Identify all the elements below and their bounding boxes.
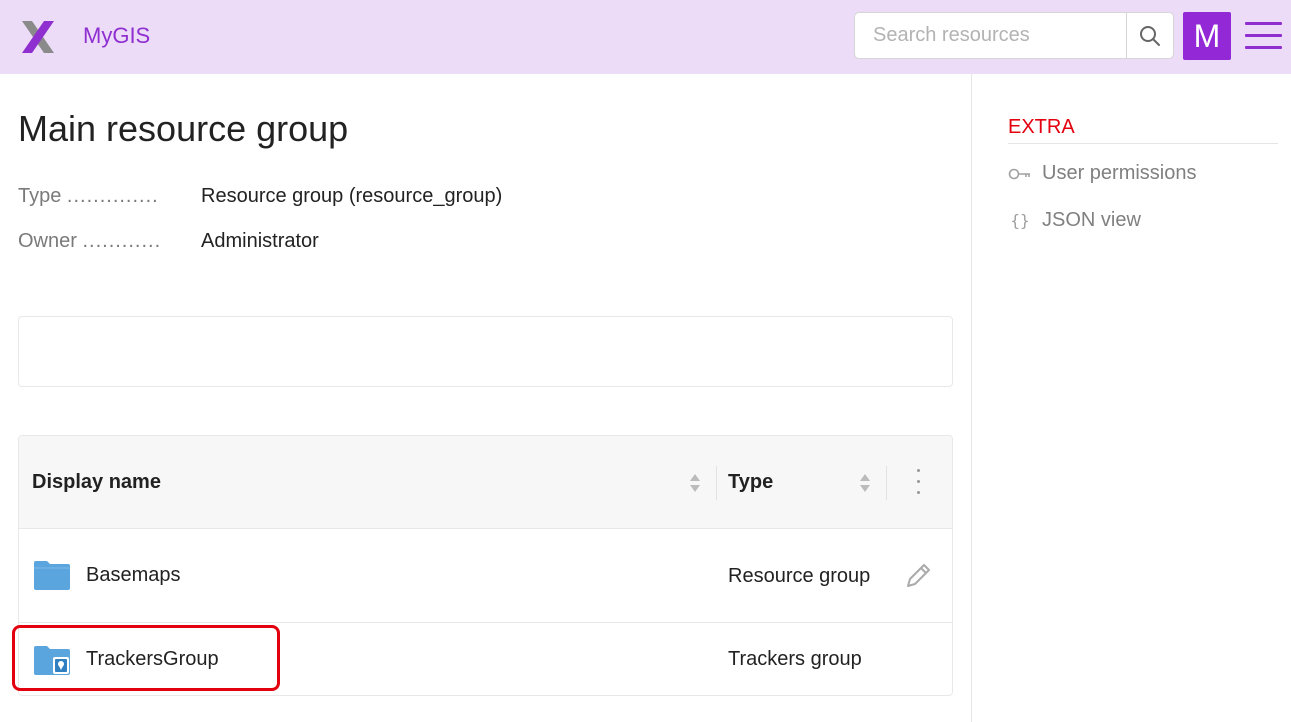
top-header: MyGIS M: [0, 0, 1291, 74]
resource-type: Trackers group: [728, 648, 862, 670]
avatar[interactable]: M: [1183, 12, 1231, 60]
search-box: [854, 12, 1174, 59]
meta-owner-value: Administrator: [201, 230, 319, 252]
sort-icon[interactable]: [858, 472, 872, 494]
extra-section-title: EXTRA: [1008, 116, 1075, 138]
json-view-link[interactable]: {} JSON view: [1008, 209, 1141, 232]
user-permissions-link[interactable]: User permissions: [1008, 162, 1196, 185]
folder-icon: [34, 561, 70, 590]
table-header: Display name Type: [19, 436, 952, 529]
meta-type-row: Type .............. Resource group (reso…: [18, 185, 502, 208]
edit-pencil-icon[interactable]: [902, 560, 934, 592]
column-header-type[interactable]: Type: [728, 471, 773, 494]
search-icon: [1140, 25, 1160, 46]
more-options-icon[interactable]: [917, 469, 921, 497]
meta-type-value: Resource group (resource_group): [201, 185, 503, 207]
column-separator: [716, 466, 717, 500]
brand-name[interactable]: MyGIS: [83, 23, 150, 49]
hamburger-menu-icon[interactable]: [1243, 22, 1283, 52]
meta-type-label: Type: [18, 185, 62, 207]
meta-type-dots: ..............: [66, 185, 159, 207]
column-separator: [886, 466, 887, 500]
search-button[interactable]: [1126, 13, 1173, 58]
meta-owner-row: Owner ............ Administrator: [18, 230, 319, 253]
content-divider: [971, 74, 972, 722]
highlight-box: [12, 625, 280, 691]
column-header-display-name[interactable]: Display name: [32, 471, 161, 494]
resource-name-basemaps[interactable]: Basemaps: [86, 564, 181, 587]
resource-type: Resource group: [728, 565, 871, 587]
table-row[interactable]: Basemaps Resource group: [19, 529, 952, 623]
search-input[interactable]: [855, 13, 1127, 58]
logo-icon[interactable]: [20, 19, 56, 55]
page-title: Main resource group: [18, 108, 349, 149]
user-permissions-label: User permissions: [1042, 162, 1197, 184]
meta-owner-label: Owner: [18, 230, 77, 252]
meta-owner-dots: ............: [82, 230, 162, 252]
key-icon: [1008, 164, 1032, 184]
extra-divider: [1008, 143, 1278, 144]
description-box: [18, 316, 953, 387]
braces-icon: {}: [1010, 211, 1030, 230]
sort-icon[interactable]: [688, 472, 702, 494]
json-view-label: JSON view: [1042, 209, 1141, 231]
